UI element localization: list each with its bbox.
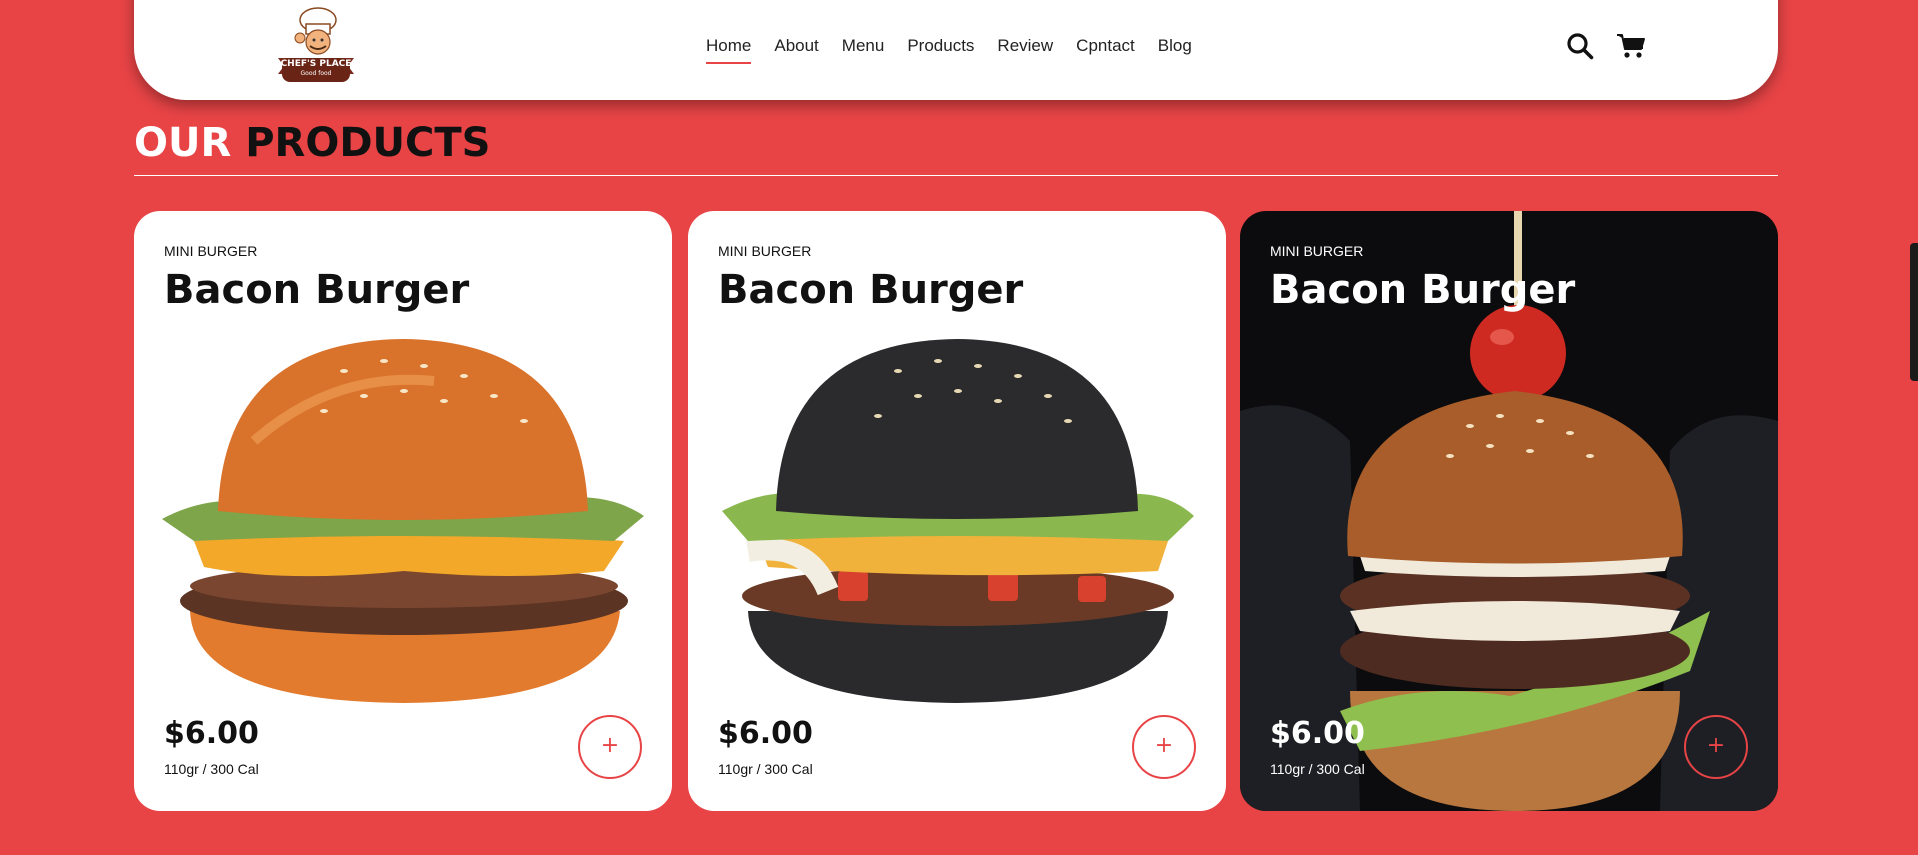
cart-icon[interactable] — [1616, 32, 1645, 60]
top-navbar: CHEF'S PLACE Good food Home About Menu P… — [134, 0, 1778, 100]
nav-contact[interactable]: Cpntact — [1076, 36, 1135, 64]
add-to-cart-button[interactable]: + — [1132, 715, 1196, 779]
section-title-part2: PRODUCTS — [245, 120, 491, 166]
product-name: Bacon Burger — [1270, 267, 1576, 313]
product-card[interactable]: MINI BURGER Bacon Burger $6.00 110gr / 3… — [1240, 211, 1778, 811]
product-category: MINI BURGER — [164, 243, 258, 259]
nav-about[interactable]: About — [774, 36, 818, 64]
section-divider — [134, 175, 1778, 176]
section-title-part1: OUR — [134, 120, 232, 166]
search-icon[interactable] — [1566, 32, 1594, 60]
brand-logo[interactable]: CHEF'S PLACE Good food — [274, 4, 358, 90]
brand-name: CHEF'S PLACE — [280, 59, 352, 69]
product-meta: 110gr / 300 Cal — [718, 761, 813, 777]
brand-tagline: Good food — [300, 70, 332, 77]
main-nav: Home About Menu Products Review Cpntact … — [706, 36, 1215, 64]
product-card[interactable]: MINI BURGER Bacon Burger $6.00 110gr / 3… — [688, 211, 1226, 811]
nav-blog[interactable]: Blog — [1158, 36, 1192, 64]
product-price: $6.00 — [1270, 716, 1365, 751]
product-meta: 110gr / 300 Cal — [1270, 761, 1365, 777]
product-price: $6.00 — [718, 716, 813, 751]
product-name: Bacon Burger — [718, 267, 1024, 313]
product-name: Bacon Burger — [164, 267, 470, 313]
add-to-cart-button[interactable]: + — [578, 715, 642, 779]
product-category: MINI BURGER — [1270, 243, 1364, 259]
product-card[interactable]: MINI BURGER Bacon Burger $6.00 110gr / 3… — [134, 211, 672, 811]
chef-logo-icon — [278, 7, 354, 82]
add-to-cart-button[interactable]: + — [1684, 715, 1748, 779]
page-scrollbar[interactable] — [1910, 243, 1918, 381]
product-price: $6.00 — [164, 716, 259, 751]
section-title: OUR PRODUCTS — [134, 120, 491, 166]
nav-actions — [1566, 32, 1645, 60]
product-meta: 110gr / 300 Cal — [164, 761, 259, 777]
nav-products[interactable]: Products — [907, 36, 974, 64]
nav-menu[interactable]: Menu — [842, 36, 885, 64]
product-category: MINI BURGER — [718, 243, 812, 259]
nav-review[interactable]: Review — [997, 36, 1053, 64]
nav-home[interactable]: Home — [706, 36, 752, 64]
